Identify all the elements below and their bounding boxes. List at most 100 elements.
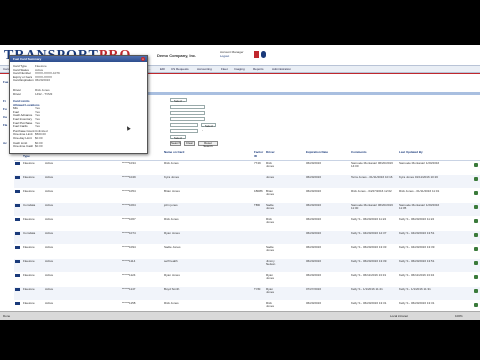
edit-link[interactable]: [15, 260, 20, 264]
user-block: Account Manager Logout: [220, 50, 244, 58]
edit-link[interactable]: [15, 288, 20, 292]
edit-link-icon[interactable]: [15, 176, 20, 179]
edit-link[interactable]: [15, 274, 20, 278]
table-cell: 06/20/2016: [306, 203, 322, 207]
column-header[interactable]: Last Updated By: [399, 150, 423, 155]
table-row[interactable]: Fleetone Active ******1147 Boyd Smith TVM Rya…: [14, 287, 480, 300]
search-field-2[interactable]: [170, 111, 205, 115]
search-select-2[interactable]: -- Select --: [201, 123, 216, 132]
table-cell: Terra Jones - 01/11/2016 10:16: [351, 175, 393, 179]
edit-link[interactable]: [15, 218, 20, 222]
edit-link[interactable]: [15, 204, 20, 208]
table-cell: Fleetone: [23, 301, 35, 305]
table-cell: Kyra Jones: [164, 175, 180, 179]
edit-link[interactable]: [15, 162, 20, 166]
table-cell: TVM: [254, 287, 261, 291]
table-cell: Ryan Jones: [164, 231, 180, 235]
search-field-1[interactable]: [170, 105, 205, 109]
edit-link[interactable]: [15, 190, 20, 194]
close-icon[interactable]: x: [141, 57, 145, 61]
edit-row-icon[interactable]: [474, 289, 478, 293]
edit-row-icon[interactable]: [474, 247, 478, 251]
edit-row-icon[interactable]: [474, 303, 478, 307]
table-cell: Comdata: [23, 203, 36, 207]
table-row[interactable]: Fleetone Active ******1094 Sadie Jones Sadie…: [14, 245, 480, 258]
print-icon[interactable]: [254, 51, 259, 58]
nav-item-accounting[interactable]: Accounting: [197, 67, 212, 71]
edit-row-icon[interactable]: [474, 163, 478, 167]
search-field-3[interactable]: [170, 117, 205, 121]
table-row[interactable]: Fleetone Active ******1114 self health Jimmy…: [14, 259, 480, 272]
column-header[interactable]: Driver: [266, 150, 275, 155]
edit-link-icon[interactable]: [15, 246, 20, 249]
table-cell: Sadie Jones: [164, 245, 181, 249]
edit-link-icon[interactable]: [15, 190, 20, 193]
search-button[interactable]: Search: [170, 141, 181, 146]
edit-link[interactable]: [15, 246, 20, 250]
nav-item-more[interactable]: ...: [148, 67, 151, 71]
table-cell: Samuele Montanari 06/20/2016 14:00: [351, 161, 393, 168]
logout-link[interactable]: Logout: [220, 54, 244, 58]
table-cell: ******1049: [122, 175, 136, 179]
column-header[interactable]: Expiration Date: [306, 150, 328, 155]
edit-row-icon[interactable]: [474, 261, 478, 265]
table-cell: Comdata: [23, 231, 36, 235]
table-row[interactable]: Fleetone Active ******1124 Ryan Jones Ryan J…: [14, 273, 480, 286]
edit-link-icon[interactable]: [15, 288, 20, 291]
table-cell: Kelly S - 1/1/2016 11:21: [351, 287, 383, 291]
nav-item-edi[interactable]: EDI: [160, 67, 165, 71]
table-row[interactable]: Fleetone Active ******1034 Rick Jones 7749 Ri…: [14, 161, 480, 174]
search-select-3[interactable]: -- Select --: [170, 135, 186, 140]
edit-link-icon[interactable]: [15, 162, 20, 165]
edit-link-icon[interactable]: [15, 204, 20, 207]
table-cell: Kyra Jones 01/11/2016 10:16: [399, 175, 438, 179]
nav-item-administration[interactable]: Administration: [272, 67, 291, 71]
table-cell: TBD: [254, 203, 260, 207]
search-field-5[interactable]: [170, 129, 198, 133]
edit-link-icon[interactable]: [15, 302, 20, 305]
search-select-1[interactable]: -- Select --: [170, 98, 187, 103]
help-icon[interactable]: [261, 51, 266, 58]
table-row[interactable]: Fleetone Active ******1067 Rick Jones Rick J…: [14, 217, 480, 230]
table-cell: ******1034: [122, 161, 136, 165]
edit-link[interactable]: [15, 176, 20, 180]
table-row[interactable]: Fleetone Active ******1054 Brian Jones 1B086…: [14, 189, 480, 202]
edit-row-icon[interactable]: [474, 233, 478, 237]
edit-link-icon[interactable]: [15, 218, 20, 221]
table-cell: Rick Jones - 04/27/2016 12:02: [351, 189, 392, 193]
column-header[interactable]: Name on Card: [164, 150, 184, 155]
table-cell: ******1054: [122, 189, 136, 193]
nav-item-fleet[interactable]: Fleet: [221, 67, 228, 71]
table-cell: Active: [45, 189, 54, 193]
popup-row-label: One-day Limit: [13, 136, 32, 140]
edit-row-icon[interactable]: [474, 219, 478, 223]
edit-row-icon[interactable]: [474, 177, 478, 181]
table-row[interactable]: Fleetone Active ******1049 Kyra Jones Jones 0…: [14, 175, 480, 188]
nav-item-imaging[interactable]: Imaging: [234, 67, 245, 71]
edit-link[interactable]: [15, 302, 20, 306]
table-cell: Samuele Montanari 06/20/2016 11:00: [351, 203, 393, 210]
edit-link-icon[interactable]: [15, 260, 20, 263]
table-row[interactable]: Comdata Active ******1064 john jones TBD Sadi…: [14, 203, 480, 216]
nav-item-cs-requests[interactable]: CS Requests: [171, 67, 189, 71]
edit-row-icon[interactable]: [474, 205, 478, 209]
column-header[interactable]: Factor ID: [254, 150, 263, 158]
table-cell: 06/20/2016: [306, 231, 322, 235]
popup-row-value: $0.00: [35, 136, 43, 140]
search-header-bar: [145, 92, 480, 95]
table-cell: Fleetone: [23, 259, 35, 263]
table-cell: Fleetone: [23, 287, 35, 291]
clear-button[interactable]: Clear: [184, 141, 195, 146]
edit-row-icon[interactable]: [474, 275, 478, 279]
column-header[interactable]: Comments: [351, 150, 367, 155]
edit-link[interactable]: [15, 232, 20, 236]
reset-search-button[interactable]: Reset Search: [198, 141, 218, 148]
popup-row: Driver 1492 - TVM3: [13, 92, 52, 96]
nav-item-reports[interactable]: Reports: [253, 67, 264, 71]
search-field-4[interactable]: [170, 123, 198, 127]
edit-link-icon[interactable]: [15, 232, 20, 235]
edit-row-icon[interactable]: [474, 191, 478, 195]
status-zoom[interactable]: 100%: [455, 314, 463, 318]
table-row[interactable]: Comdata Active ******1074 Ryan Jones 06/20/2…: [14, 231, 480, 244]
edit-link-icon[interactable]: [15, 274, 20, 277]
